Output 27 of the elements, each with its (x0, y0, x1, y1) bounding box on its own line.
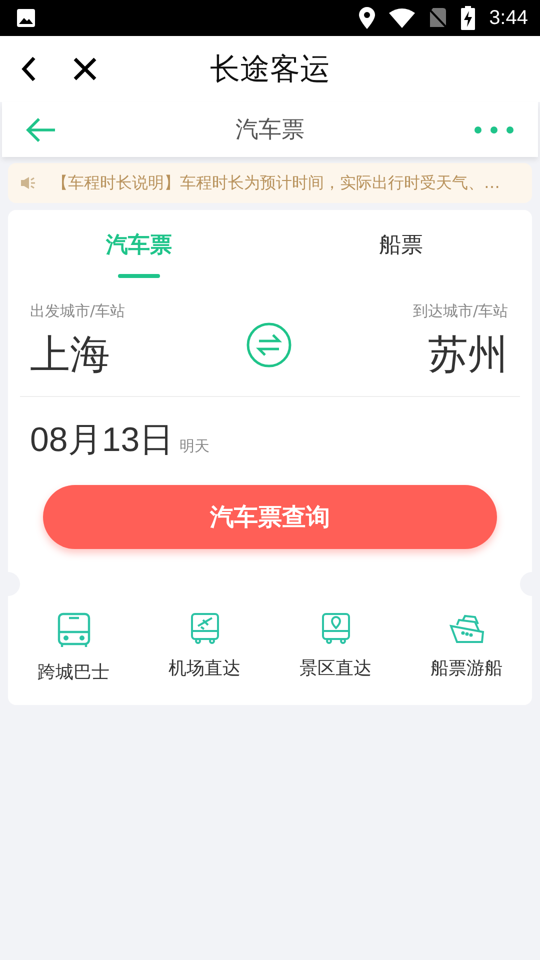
departure-city[interactable]: 上海 (30, 327, 110, 382)
page-title: 汽车票 (234, 116, 306, 145)
date-hint: 明天 (180, 437, 210, 456)
arrival-label: 到达城市/车站 (412, 302, 508, 321)
service-button[interactable]: 机场直达 (139, 611, 270, 685)
departure-label: 出发城市/车站 (30, 302, 126, 321)
location-icon (359, 7, 376, 29)
ticket-tab[interactable]: 船票 (270, 210, 532, 280)
battery-charging-icon (461, 6, 476, 30)
bus-pin-icon (320, 612, 352, 644)
more-icon[interactable] (474, 126, 514, 134)
service-button[interactable]: 跨城巴士 (8, 611, 139, 685)
swap-button[interactable] (246, 322, 292, 368)
header-title: 长途客运 (209, 50, 331, 88)
ship-icon (448, 612, 484, 644)
no-sim-icon (429, 7, 448, 29)
service-button[interactable]: 景区直达 (270, 611, 401, 685)
bus-plane-icon (188, 612, 220, 644)
speaker-icon (20, 176, 36, 190)
bus-icon (56, 612, 90, 648)
status-time: 3:44 (489, 6, 528, 30)
wifi-icon (389, 8, 416, 28)
departure-date[interactable]: 08月13日 (30, 417, 174, 463)
notice-text: 【车程时长说明】车程时长为预计时间，实际出行时受天气、… (52, 172, 500, 194)
arrival-city[interactable]: 苏州 (428, 327, 508, 382)
service-button[interactable]: 船票游船 (401, 611, 532, 685)
image-icon (16, 8, 36, 28)
